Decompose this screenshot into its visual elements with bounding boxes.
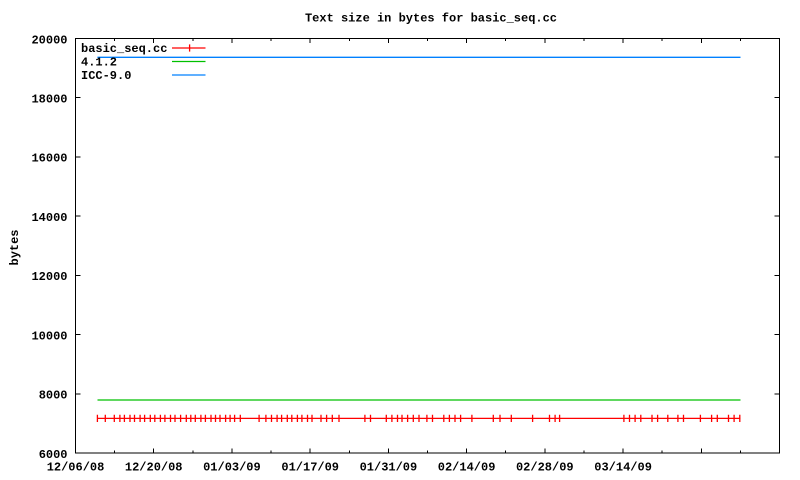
svg-text:20000: 20000 [31,33,67,47]
svg-text:16000: 16000 [31,152,67,166]
svg-text:18000: 18000 [31,93,67,107]
svg-text:03/14/09: 03/14/09 [594,461,652,475]
svg-text:8000: 8000 [39,389,68,403]
svg-text:bytes: bytes [8,229,22,265]
svg-text:02/14/09: 02/14/09 [438,461,496,475]
svg-text:12/20/08: 12/20/08 [125,461,183,475]
svg-text:02/28/09: 02/28/09 [516,461,574,475]
svg-text:01/03/09: 01/03/09 [203,461,261,475]
svg-text:Text size in bytes for basic_s: Text size in bytes for basic_seq.cc [305,12,557,26]
svg-text:14000: 14000 [31,211,67,225]
svg-text:01/31/09: 01/31/09 [360,461,418,475]
svg-text:ICC-9.0: ICC-9.0 [81,69,131,83]
svg-text:basic_seq.cc: basic_seq.cc [81,42,167,56]
svg-text:4.1.2: 4.1.2 [81,56,117,70]
svg-text:10000: 10000 [31,329,67,343]
svg-text:01/17/09: 01/17/09 [281,461,339,475]
svg-text:12000: 12000 [31,270,67,284]
svg-text:12/06/08: 12/06/08 [47,461,105,475]
